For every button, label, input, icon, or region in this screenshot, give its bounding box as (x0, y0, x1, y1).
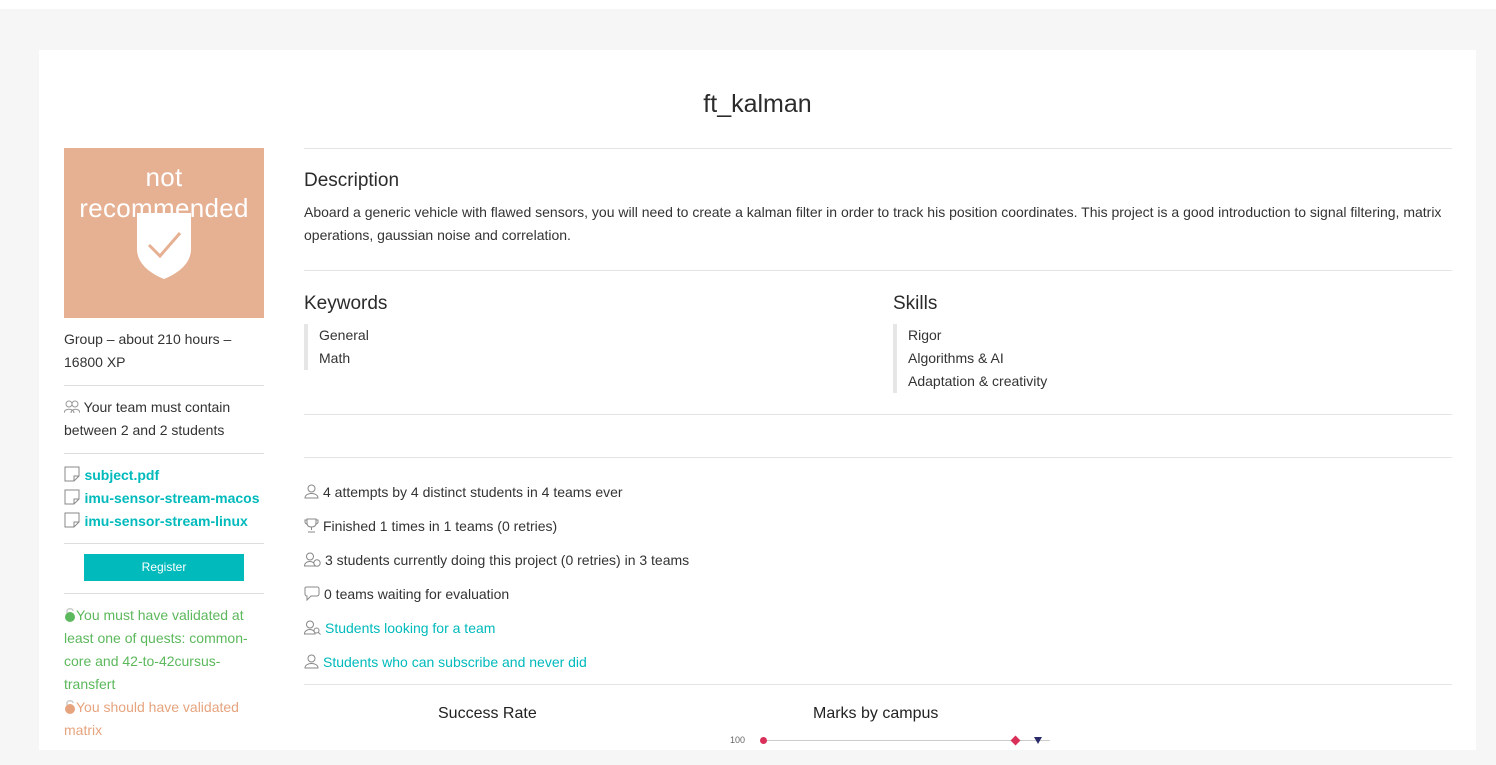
attachment-item[interactable]: subject.pdf (64, 464, 264, 487)
requirements: You must have validated at least one of … (64, 594, 264, 742)
trophy-icon (304, 518, 319, 533)
team-size-info: Your team must contain between 2 and 2 s… (64, 386, 264, 453)
attachment-link[interactable]: imu-sensor-stream-linux (84, 513, 247, 529)
skills-block: Skills Rigor Algorithms & AI Adaptation … (893, 293, 1433, 393)
students-looking-link[interactable]: Students looking for a team (325, 620, 495, 636)
lock-open-icon (65, 608, 75, 622)
project-card: ft_kalman not recommended Group – about … (39, 50, 1476, 750)
marks-point (760, 737, 767, 744)
success-rate-title: Success Rate (438, 705, 537, 722)
requirement-ok: You must have validated at least one of … (64, 604, 264, 696)
user-search-icon (303, 620, 321, 635)
team-size-text: Your team must contain between 2 and 2 s… (64, 399, 231, 438)
file-icon (64, 466, 80, 482)
recommendation-badge: not recommended (64, 148, 264, 318)
stat-waiting: 0 teams waiting for evaluation (304, 577, 1452, 611)
stat-current: 3 students currently doing this project … (303, 543, 1452, 577)
marks-gridline (762, 740, 1050, 741)
stat-finished: Finished 1 times in 1 teams (0 retries) (304, 509, 1452, 543)
skill-item: Algorithms & AI (908, 350, 1004, 366)
keywords-heading: Keywords (304, 293, 388, 314)
file-icon (64, 512, 80, 528)
skills-heading: Skills (893, 293, 938, 314)
description-heading: Description (304, 170, 400, 191)
project-details: Description Aboard a generic vehicle wit… (303, 148, 1452, 765)
description-text: Aboard a generic vehicle with flawed sen… (304, 204, 1442, 243)
register-button[interactable]: Register (84, 554, 244, 581)
team-icon (64, 400, 80, 414)
stat-never-subscribed[interactable]: Students who can subscribe and never did (304, 645, 1452, 679)
marks-axis-tick: 100 (730, 735, 746, 745)
keyword-item: General (319, 327, 369, 343)
stat-looking-team[interactable]: Students looking for a team (303, 611, 1452, 645)
requirement-text: You must have validated at least one of … (64, 607, 248, 692)
attachment-item[interactable]: imu-sensor-stream-linux (64, 510, 264, 533)
keywords-list: General Math (304, 324, 864, 370)
keywords-skills-section: Keywords General Math Skills Rigor Algor… (304, 271, 1452, 415)
marks-by-campus-title: Marks by campus (813, 705, 939, 722)
shield-check-icon (137, 213, 191, 279)
keyword-item: Math (319, 350, 351, 366)
user-icon (304, 484, 319, 499)
marks-point (1034, 737, 1042, 744)
keywords-block: Keywords General Math (304, 293, 864, 370)
lock-icon (65, 700, 75, 714)
attachments-list: subject.pdf imu-sensor-stream-macos imu-… (64, 454, 264, 543)
description-section: Description Aboard a generic vehicle wit… (304, 148, 1452, 271)
attachment-link[interactable]: imu-sensor-stream-macos (84, 490, 259, 506)
divider (64, 543, 264, 544)
user-icon (304, 654, 319, 669)
stat-text: Finished 1 times in 1 teams (0 retries) (323, 518, 558, 534)
skills-list: Rigor Algorithms & AI Adaptation & creat… (893, 324, 1433, 393)
file-icon (64, 489, 80, 505)
requirement-text: You should have validated matrix (64, 699, 239, 738)
requirement-warning: You should have validated matrix (64, 696, 264, 742)
stat-attempts: 4 attempts by 4 distinct students in 4 t… (304, 475, 1452, 509)
students-never-subscribed-link[interactable]: Students who can subscribe and never did (323, 654, 587, 670)
stats-section: 4 attempts by 4 distinct students in 4 t… (303, 458, 1452, 685)
skill-item: Adaptation & creativity (908, 373, 1048, 389)
stat-text: 0 teams waiting for evaluation (324, 586, 510, 602)
empty-section (304, 415, 1452, 458)
project-title: ft_kalman (703, 90, 812, 118)
top-bar (0, 0, 1496, 9)
attachment-link[interactable]: subject.pdf (84, 467, 159, 483)
user-clock-icon (303, 552, 321, 567)
charts-section: Success Rate Marks by campus 100 (304, 685, 1452, 765)
chat-icon (304, 586, 320, 602)
skill-item: Rigor (908, 327, 942, 343)
attachment-item[interactable]: imu-sensor-stream-macos (64, 487, 264, 510)
marks-point (1010, 735, 1021, 746)
stat-text: 4 attempts by 4 distinct students in 4 t… (323, 484, 623, 500)
project-meta: Group – about 210 hours – 16800 XP (64, 331, 232, 370)
project-sidebar: not recommended Group – about 210 hours … (64, 148, 264, 742)
stat-text: 3 students currently doing this project … (325, 552, 690, 568)
